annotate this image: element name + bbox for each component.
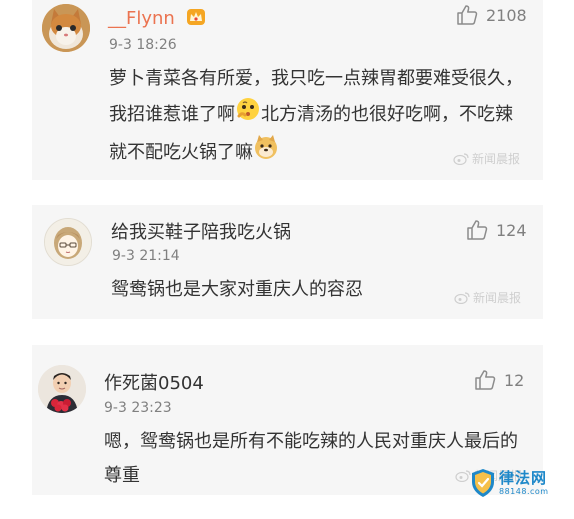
thinking-face-emoji [235, 96, 261, 134]
avatar[interactable] [44, 218, 92, 266]
like-button[interactable]: 124 [466, 219, 527, 241]
username[interactable]: 作死菌0504 [104, 369, 204, 395]
timestamp: 9-3 21:14 [112, 248, 180, 264]
site-name: 律法网 [499, 468, 548, 487]
avatar[interactable] [42, 4, 90, 52]
cat-avatar-icon [42, 4, 90, 52]
username[interactable]: __Flynn [108, 8, 175, 29]
crown-badge-icon [186, 8, 206, 30]
doge-emoji [253, 134, 279, 172]
site-url: 88148.com [499, 486, 549, 496]
avatar[interactable] [38, 365, 86, 413]
timestamp: 9-3 23:23 [104, 400, 172, 416]
like-count: 2108 [486, 5, 527, 25]
username[interactable]: 给我买鞋子陪我吃火锅 [111, 218, 291, 244]
watermark: 新闻晨报 [453, 150, 520, 167]
anime-girl-avatar-icon [45, 219, 91, 265]
weibo-logo-icon [453, 152, 469, 165]
watermark: 新闻晨报 [454, 289, 521, 306]
weibo-logo-icon [454, 291, 470, 304]
weibo-logo-icon [455, 469, 471, 482]
thumbs-up-icon [457, 5, 478, 25]
like-count: 124 [496, 220, 527, 240]
site-logo: 律法网 88148.com [470, 468, 549, 498]
person-with-flowers-avatar-icon [38, 365, 86, 413]
like-button[interactable]: 12 [474, 369, 524, 391]
timestamp: 9-3 18:26 [109, 37, 177, 53]
shield-icon [472, 469, 494, 497]
like-count: 12 [504, 370, 525, 390]
like-button[interactable]: 2108 [456, 4, 527, 26]
thumbs-up-icon [475, 370, 496, 390]
thumbs-up-icon [467, 220, 488, 240]
